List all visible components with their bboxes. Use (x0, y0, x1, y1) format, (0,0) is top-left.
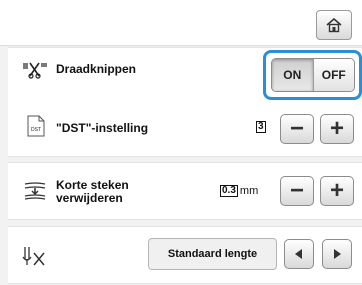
settings-group-thread: Draadknippen ON OFF DST "DST"-instelling… (8, 47, 362, 157)
dst-increase-button[interactable]: + (320, 114, 354, 144)
home-icon (326, 17, 342, 33)
dst-value-number: 3 (256, 121, 266, 133)
short-stitches-unit: mm (239, 185, 259, 197)
top-bar (0, 0, 362, 46)
short-stitches-icon (22, 181, 48, 201)
settings-group-short-stitches: Korte steken verwijderen 0.3 mm − + (8, 162, 362, 220)
length-value-display: Standaard lengte (148, 238, 277, 270)
triangle-right-icon (334, 249, 341, 259)
short-stitches-increase-button[interactable]: + (320, 176, 354, 206)
off-button[interactable]: OFF (312, 59, 354, 91)
dst-decrease-button[interactable]: − (280, 114, 314, 144)
short-stitches-decrease-button[interactable]: − (280, 176, 314, 206)
svg-text:DST: DST (31, 127, 41, 133)
length-next-button[interactable] (322, 239, 352, 269)
settings-screen: Draadknippen ON OFF DST "DST"-instelling… (0, 0, 362, 285)
on-button[interactable]: ON (272, 59, 313, 91)
thread-cut-label: Draadknippen (56, 62, 137, 76)
short-stitches-label: Korte steken verwijderen (56, 179, 129, 205)
length-previous-button[interactable] (284, 239, 314, 269)
home-button[interactable] (316, 10, 352, 40)
dst-value: 3 (256, 121, 266, 133)
settings-group-length: Standaard lengte (8, 226, 362, 284)
short-stitches-label-line2: verwijderen (56, 191, 123, 205)
jump-stitch-length-icon (22, 245, 48, 267)
thread-cut-toggle[interactable]: ON OFF (271, 58, 355, 92)
short-stitches-value-number: 0.3 (220, 185, 238, 197)
thread-cutting-icon (22, 61, 48, 79)
short-stitches-value: 0.3 mm (220, 185, 258, 197)
dst-setting-label: "DST"-instelling (56, 121, 149, 135)
triangle-left-icon (295, 249, 302, 259)
dst-file-icon: DST (26, 115, 46, 137)
